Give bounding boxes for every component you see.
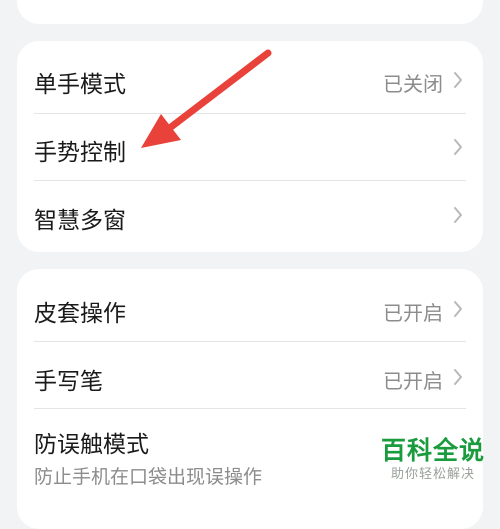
setting-title: 皮套操作 xyxy=(34,301,126,327)
watermark-subtitle: 助你轻松解决 xyxy=(390,467,475,482)
setting-title: 手写笔 xyxy=(34,369,103,395)
setting-value: 已开启 xyxy=(383,369,443,393)
watermark-title: 百科全说 xyxy=(380,436,485,465)
setting-value: 已开启 xyxy=(383,301,443,325)
setting-title: 手势控制 xyxy=(34,140,126,166)
chevron-right-icon xyxy=(454,301,462,317)
setting-title: 防误触模式 xyxy=(34,432,149,458)
chevron-right-icon xyxy=(454,369,462,385)
setting-stylus[interactable]: 手写笔 已开启 xyxy=(17,342,483,409)
setting-title: 单手模式 xyxy=(34,72,126,98)
setting-one-handed-mode[interactable]: 单手模式 已关闭 xyxy=(17,41,483,114)
setting-value: 已关闭 xyxy=(383,72,443,96)
setting-smart-multi-window[interactable]: 智慧多窗 xyxy=(17,181,483,252)
chevron-right-icon xyxy=(454,207,462,223)
setting-subtitle: 防止手机在口袋出现误操作 xyxy=(34,466,263,488)
chevron-right-icon xyxy=(454,72,462,88)
setting-gesture-control[interactable]: 手势控制 xyxy=(17,114,483,181)
watermark-logo: 百科全说 助你轻松解决 xyxy=(372,436,494,484)
settings-group-1: 单手模式 已关闭 手势控制 智慧多窗 xyxy=(17,41,483,252)
settings-group-2: 皮套操作 已开启 手写笔 已开启 防误触模式 防止手机在口袋出现误操作 xyxy=(17,269,483,529)
settings-card-top-partial xyxy=(17,0,483,24)
setting-title: 智慧多窗 xyxy=(34,208,126,234)
setting-cover-operation[interactable]: 皮套操作 已开启 xyxy=(17,269,483,342)
chevron-right-icon xyxy=(454,139,462,155)
